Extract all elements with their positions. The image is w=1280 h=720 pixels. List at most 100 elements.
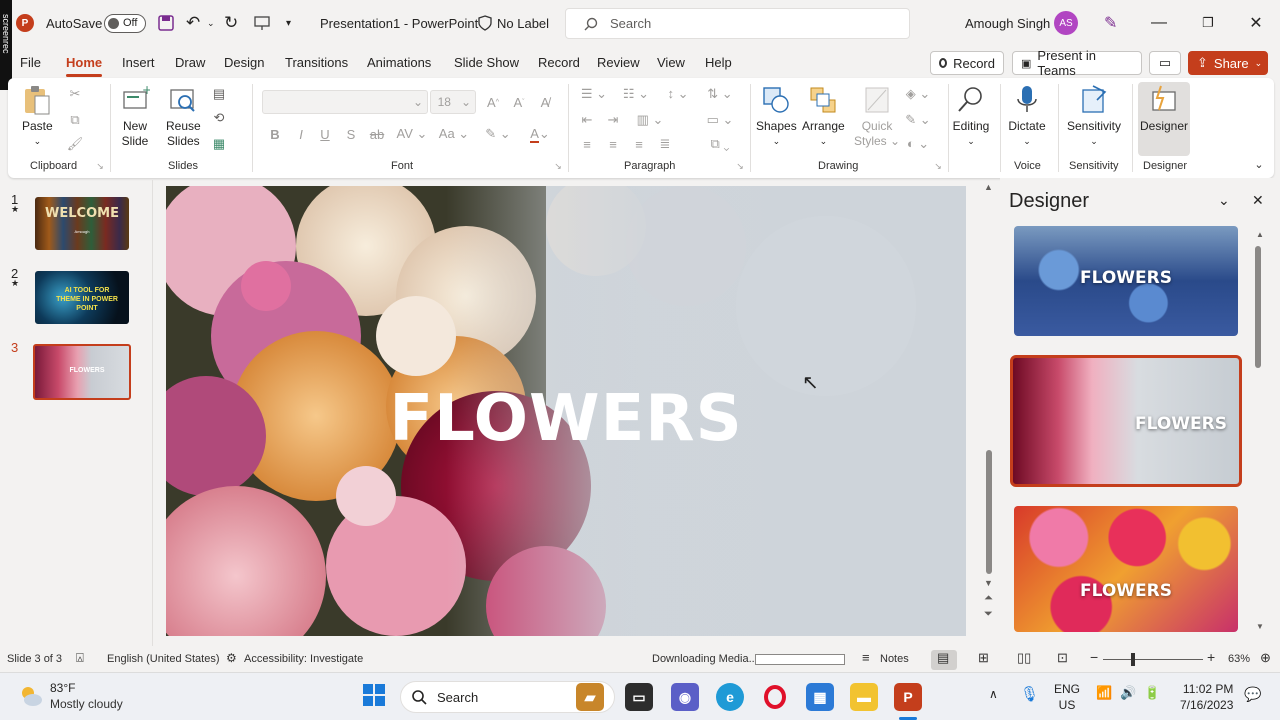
align-right-icon[interactable]: ≡ bbox=[628, 134, 650, 154]
volume-icon[interactable]: 🔊 bbox=[1120, 685, 1136, 701]
briefcase-icon[interactable]: ▰ bbox=[576, 683, 604, 711]
tab-transitions[interactable]: Transitions bbox=[285, 55, 348, 70]
share-button[interactable]: ⇪ Share ⌄ bbox=[1188, 51, 1268, 75]
next-slide-icon[interactable]: ⏷ bbox=[984, 608, 993, 621]
cut-icon[interactable]: ✂ bbox=[64, 84, 86, 104]
zoom-slider-thumb[interactable] bbox=[1131, 653, 1135, 666]
battery-icon[interactable]: 🔋 bbox=[1144, 685, 1160, 701]
tab-design[interactable]: Design bbox=[224, 55, 264, 70]
quick-styles-button[interactable]: Quick Styles ⌄ bbox=[854, 84, 900, 149]
wifi-icon[interactable]: 📶 bbox=[1096, 685, 1112, 701]
bold-icon[interactable]: B bbox=[264, 124, 286, 144]
tab-draw[interactable]: Draw bbox=[175, 55, 205, 70]
minimize-icon[interactable]: — bbox=[1136, 0, 1182, 46]
section-icon[interactable]: ▦ bbox=[208, 134, 230, 154]
notes-button[interactable]: Notes bbox=[880, 653, 909, 665]
customize-qat-icon[interactable]: ▾ bbox=[286, 0, 291, 46]
slide-canvas[interactable]: FLOWERS ↖ bbox=[166, 186, 966, 636]
reuse-slides-button[interactable]: Reuse Slides bbox=[166, 84, 201, 149]
microphone-tray-icon[interactable]: 🎙 bbox=[1020, 685, 1039, 703]
scroll-down-icon[interactable]: ▼ bbox=[984, 578, 993, 588]
weather-temperature[interactable]: 83°F bbox=[50, 681, 75, 695]
arrange-button[interactable]: Arrange ⌄ bbox=[802, 84, 845, 149]
teams-chat-icon[interactable]: ◉ bbox=[671, 683, 699, 711]
slide-scrollbar[interactable]: ▲ ▼ ⏶ ⏷ bbox=[982, 182, 996, 628]
align-text-icon[interactable]: ▭ ⌄ bbox=[702, 110, 738, 130]
reset-icon[interactable]: ⟲ bbox=[208, 108, 230, 128]
copy-icon[interactable]: ⧉ bbox=[64, 110, 86, 130]
zoom-in-icon[interactable]: + bbox=[1207, 649, 1215, 665]
tab-slide-show[interactable]: Slide Show bbox=[454, 55, 519, 70]
slide-thumbnail-2[interactable]: AI TOOL FOR THEME IN POWER POINT bbox=[35, 271, 129, 324]
notifications-icon[interactable]: 💬 bbox=[1244, 686, 1261, 703]
comments-icon[interactable]: ▭ bbox=[1149, 51, 1181, 75]
font-name-input[interactable]: ⌄ bbox=[262, 90, 428, 114]
shape-fill-icon[interactable]: ◈ ⌄ bbox=[900, 84, 936, 104]
show-hidden-icons-icon[interactable]: ∧ bbox=[989, 687, 998, 701]
scrollbar-thumb[interactable] bbox=[986, 450, 992, 574]
tab-review[interactable]: Review bbox=[597, 55, 640, 70]
file-explorer-icon[interactable]: ▬ bbox=[850, 683, 878, 711]
tab-file[interactable]: File bbox=[20, 55, 41, 70]
tab-insert[interactable]: Insert bbox=[122, 55, 155, 70]
search-input[interactable]: Search bbox=[565, 8, 910, 39]
slide-sorter-icon[interactable]: ⊞ bbox=[978, 650, 989, 666]
text-direction-icon[interactable]: ⇅ ⌄ bbox=[702, 84, 738, 104]
undo-dropdown-icon[interactable]: ⌄ bbox=[207, 0, 215, 46]
designer-scroll-up-icon[interactable]: ▲ bbox=[1256, 230, 1264, 239]
italic-icon[interactable]: I bbox=[290, 124, 312, 144]
fit-to-window-icon[interactable]: ⊕ bbox=[1260, 650, 1271, 666]
clipboard-launcher-icon[interactable]: ↘ bbox=[94, 160, 106, 172]
smartart-icon[interactable]: ⧉ ⌄ bbox=[702, 134, 738, 154]
change-case-icon[interactable]: Aa ⌄ bbox=[436, 124, 472, 144]
record-button[interactable]: Record bbox=[930, 51, 1004, 75]
language-status[interactable]: English (United States) bbox=[107, 653, 220, 665]
tab-home[interactable]: Home bbox=[66, 55, 103, 77]
copilot-pen-icon[interactable]: ✎ bbox=[1104, 0, 1117, 46]
zoom-level[interactable]: 63% bbox=[1228, 653, 1250, 665]
decrease-indent-icon[interactable]: ⇤ bbox=[576, 110, 598, 130]
design-idea-3[interactable]: FLOWERS bbox=[1014, 506, 1238, 632]
windows-start-icon[interactable] bbox=[362, 683, 386, 707]
strikethrough-icon[interactable]: ab bbox=[366, 124, 388, 144]
present-in-teams-button[interactable]: ▣ Present in Teams bbox=[1012, 48, 1142, 78]
spelling-check-icon[interactable]: ⍓ bbox=[76, 650, 84, 666]
font-size-input[interactable]: 18 ⌄ bbox=[430, 90, 476, 114]
align-left-icon[interactable]: ≡ bbox=[576, 134, 598, 154]
scroll-up-icon[interactable]: ▲ bbox=[984, 182, 993, 192]
designer-scrollbar-thumb[interactable] bbox=[1255, 246, 1261, 368]
drawing-launcher-icon[interactable]: ↘ bbox=[932, 160, 944, 172]
tab-record[interactable]: Record bbox=[538, 55, 580, 70]
collapse-ribbon-icon[interactable]: ⌄ bbox=[1248, 154, 1270, 174]
columns-icon[interactable]: ▥ ⌄ bbox=[632, 110, 668, 130]
edge-browser-icon[interactable]: e bbox=[716, 683, 744, 711]
center-icon[interactable]: ≡ bbox=[602, 134, 624, 154]
sensitivity-label[interactable]: No Label bbox=[478, 0, 549, 46]
designer-scroll-down-icon[interactable]: ▼ bbox=[1256, 622, 1264, 631]
font-color-icon[interactable]: A ⌄ bbox=[522, 124, 558, 144]
clear-formatting-icon[interactable]: A̸ bbox=[534, 92, 556, 112]
format-painter-icon[interactable]: 🖌 bbox=[64, 134, 86, 154]
paragraph-launcher-icon[interactable]: ↘ bbox=[734, 160, 746, 172]
microsoft-store-icon[interactable]: ▦ bbox=[806, 683, 834, 711]
designer-button[interactable]: Designer bbox=[1138, 82, 1190, 156]
redo-icon[interactable]: ↻ bbox=[224, 0, 238, 46]
numbering-icon[interactable]: ☷ ⌄ bbox=[618, 84, 654, 104]
avatar[interactable]: AS bbox=[1054, 0, 1078, 46]
dictate-button[interactable]: Dictate ⌄ bbox=[1008, 84, 1046, 149]
line-spacing-icon[interactable]: ↕ ⌄ bbox=[660, 84, 696, 104]
slide-show-icon[interactable]: ⊡ bbox=[1057, 650, 1068, 666]
shape-effects-icon[interactable]: ◐ ⌄ bbox=[900, 134, 936, 154]
bullets-icon[interactable]: ☰ ⌄ bbox=[576, 84, 612, 104]
save-icon[interactable] bbox=[158, 0, 174, 46]
opera-browser-icon[interactable] bbox=[761, 683, 789, 711]
editing-button[interactable]: Editing ⌄ bbox=[952, 84, 990, 149]
new-slide-button[interactable]: + New Slide bbox=[120, 84, 150, 149]
slide-title[interactable]: FLOWERS bbox=[166, 382, 966, 456]
increase-indent-icon[interactable]: ⇥ bbox=[602, 110, 624, 130]
justify-icon[interactable]: ≣ bbox=[654, 134, 676, 154]
zoom-slider[interactable] bbox=[1103, 659, 1203, 660]
shrink-font-icon[interactable]: Aˇ bbox=[508, 92, 530, 112]
undo-icon[interactable]: ↶ bbox=[186, 0, 200, 46]
restore-icon[interactable]: ❐ bbox=[1185, 0, 1231, 46]
